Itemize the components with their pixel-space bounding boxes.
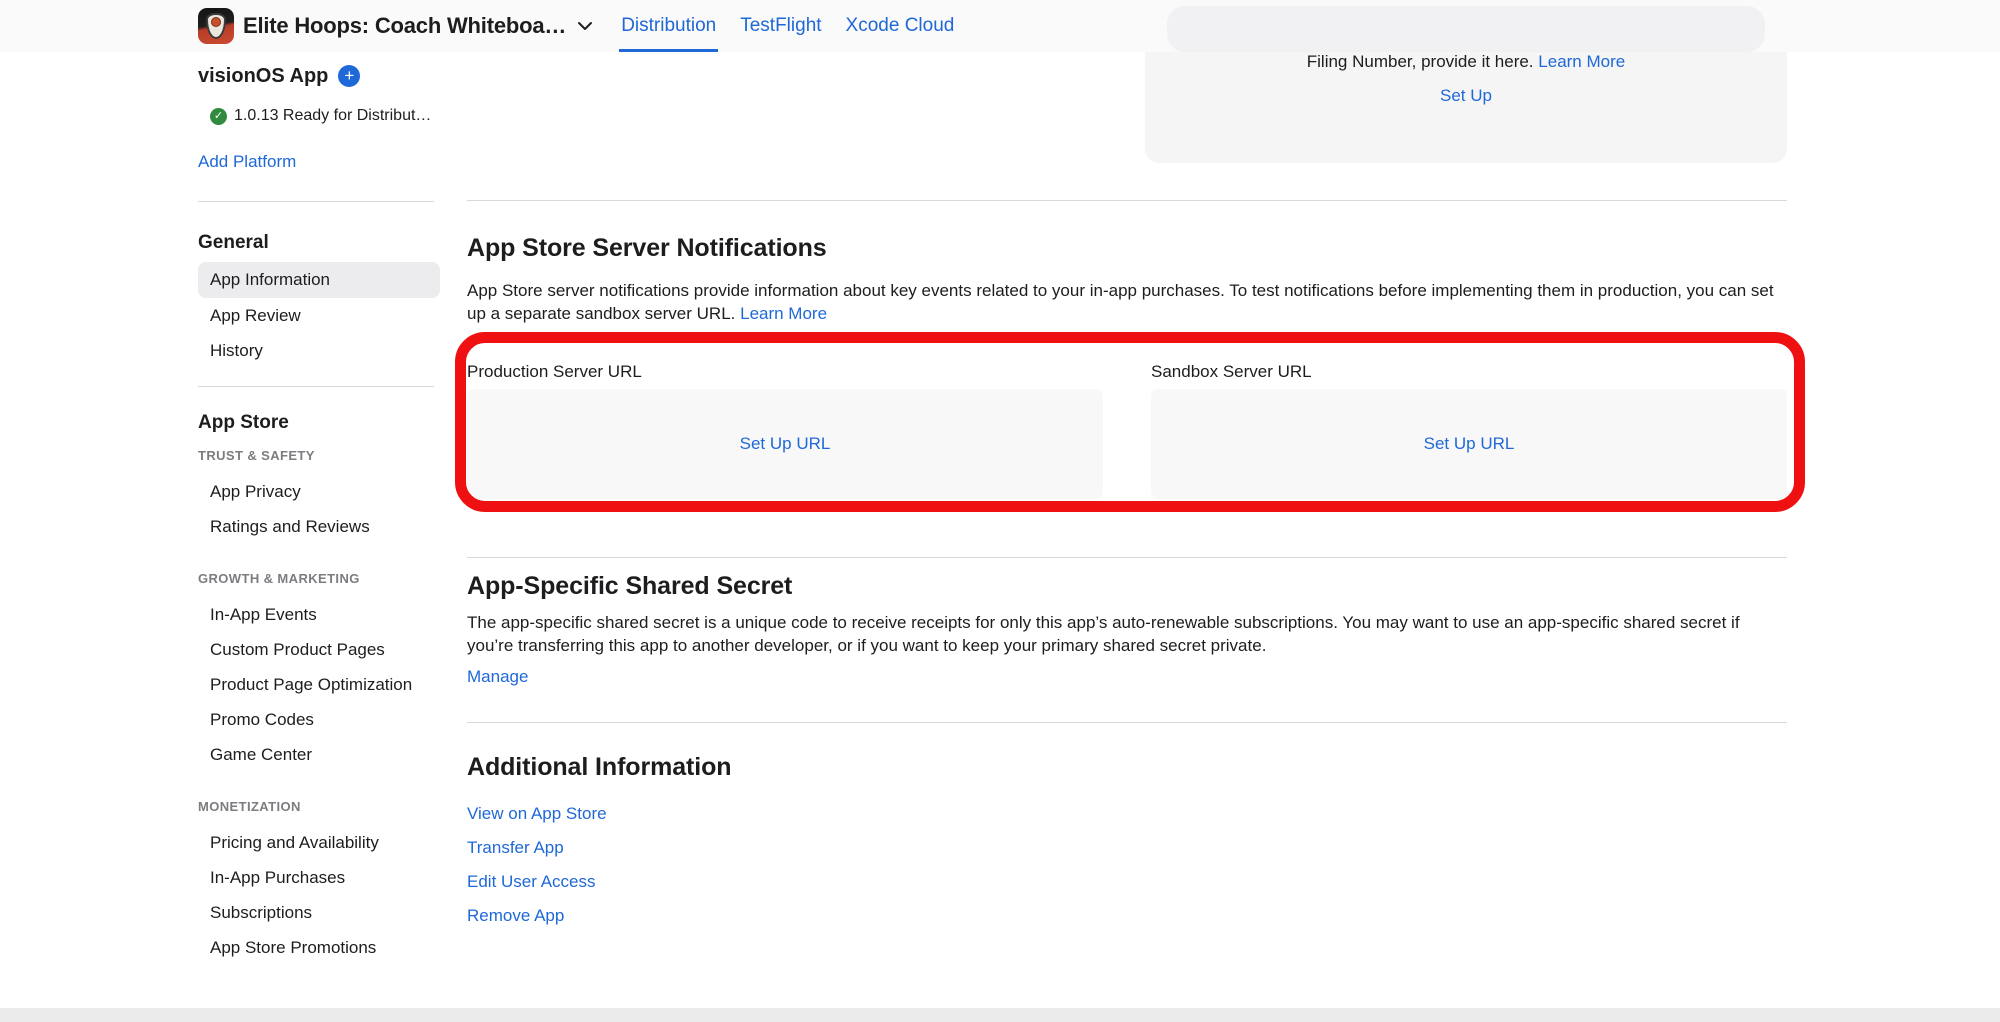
group-label-growth-marketing: GROWTH & MARKETING: [198, 571, 440, 587]
sidebar-item-ratings-and-reviews[interactable]: Ratings and Reviews: [198, 509, 440, 544]
basketball-icon: [211, 17, 221, 27]
monetization-menu: Pricing and Availability In-App Purchase…: [198, 825, 440, 965]
server-notifications-title: App Store Server Notifications: [467, 234, 1787, 263]
sidebar-item-in-app-purchases[interactable]: In-App Purchases: [198, 860, 440, 895]
active-tab-underline: [619, 49, 718, 52]
growth-marketing-menu: In-App Events Custom Product Pages Produ…: [198, 597, 440, 772]
server-url-cards: Production Server URL Set Up URL Sandbox…: [467, 362, 1787, 499]
filing-number-text: Filing Number, provide it here. Learn Mo…: [1307, 52, 1625, 72]
tab-testflight[interactable]: TestFlight: [738, 0, 823, 52]
additional-information-links: View on App Store Transfer App Edit User…: [467, 804, 1787, 926]
sandbox-server-url-label: Sandbox Server URL: [1151, 362, 1787, 382]
app-icon: [198, 8, 234, 44]
additional-information-title: Additional Information: [467, 753, 1787, 782]
tab-testflight-label: TestFlight: [740, 15, 821, 37]
remove-app-link[interactable]: Remove App: [467, 906, 1787, 926]
add-platform-link[interactable]: Add Platform: [198, 152, 440, 172]
view-on-app-store-link[interactable]: View on App Store: [467, 804, 1787, 824]
sidebar-item-product-page-optimization[interactable]: Product Page Optimization: [198, 667, 440, 702]
server-notifications-description-text: App Store server notifications provide i…: [467, 281, 1774, 323]
filing-number-label: Filing Number, provide it here.: [1307, 52, 1534, 71]
sandbox-server-url-box: Set Up URL: [1151, 389, 1787, 499]
trust-safety-menu: App Privacy Ratings and Reviews: [198, 474, 440, 544]
sidebar-item-subscriptions[interactable]: Subscriptions: [198, 895, 440, 930]
section-divider: [467, 557, 1787, 558]
section-divider: [467, 722, 1787, 723]
sidebar-item-in-app-events[interactable]: In-App Events: [198, 597, 440, 632]
shared-secret-title: App-Specific Shared Secret: [467, 572, 1787, 601]
production-server-card: Production Server URL Set Up URL: [467, 362, 1103, 499]
primary-tabs: Distribution TestFlight Xcode Cloud: [619, 0, 956, 52]
sidebar-item-app-review[interactable]: App Review: [198, 298, 440, 333]
shared-secret-description: The app-specific shared secret is a uniq…: [467, 612, 1787, 657]
section-divider: [467, 200, 1787, 201]
version-status-label: 1.0.13 Ready for Distribut…: [234, 107, 431, 125]
filing-card-ghost: [1167, 6, 1765, 52]
sidebar-item-app-store-promotions[interactable]: App Store Promotions: [198, 930, 440, 965]
app-title: Elite Hoops: Coach Whiteboa…: [243, 13, 566, 39]
general-section-title: General: [198, 232, 440, 254]
sidebar-item-history[interactable]: History: [198, 333, 440, 368]
production-server-url-label: Production Server URL: [467, 362, 1103, 382]
tab-xcode-cloud[interactable]: Xcode Cloud: [844, 0, 957, 52]
sidebar-item-pricing-and-availability[interactable]: Pricing and Availability: [198, 825, 440, 860]
sandbox-server-card: Sandbox Server URL Set Up URL: [1151, 362, 1787, 499]
footer-strip: [0, 1008, 2000, 1022]
server-notifications-description: App Store server notifications provide i…: [467, 280, 1787, 325]
platform-title: visionOS App: [198, 65, 328, 88]
app-store-section-title: App Store: [198, 412, 440, 434]
version-row[interactable]: ✓ 1.0.13 Ready for Distribut…: [210, 106, 440, 126]
sidebar-divider: [198, 386, 434, 387]
app-switcher[interactable]: Elite Hoops: Coach Whiteboa…: [198, 8, 593, 44]
filing-number-card: Filing Number, provide it here. Learn Mo…: [1145, 52, 1787, 163]
general-menu: App Information App Review History: [198, 262, 440, 368]
sidebar-item-app-privacy[interactable]: App Privacy: [198, 474, 440, 509]
tab-distribution[interactable]: Distribution: [619, 0, 718, 52]
filing-learn-more-link[interactable]: Learn More: [1538, 52, 1625, 71]
group-label-monetization: MONETIZATION: [198, 799, 440, 815]
sandbox-set-up-url-link[interactable]: Set Up URL: [1424, 434, 1515, 454]
sidebar-divider: [198, 201, 434, 202]
transfer-app-link[interactable]: Transfer App: [467, 838, 1787, 858]
sidebar: visionOS App + ✓ 1.0.13 Ready for Distri…: [198, 64, 440, 965]
sidebar-item-promo-codes[interactable]: Promo Codes: [198, 702, 440, 737]
sidebar-item-app-information[interactable]: App Information: [198, 262, 440, 298]
main-content: App Store Server Notifications App Store…: [467, 200, 1787, 940]
filing-set-up-link[interactable]: Set Up: [1440, 86, 1492, 106]
add-platform-plus-icon[interactable]: +: [338, 65, 360, 87]
tab-xcode-cloud-label: Xcode Cloud: [846, 15, 955, 37]
sidebar-item-custom-product-pages[interactable]: Custom Product Pages: [198, 632, 440, 667]
production-server-url-box: Set Up URL: [467, 389, 1103, 499]
platform-section: visionOS App +: [198, 64, 440, 88]
group-label-trust-safety: TRUST & SAFETY: [198, 448, 440, 464]
manage-shared-secret-link[interactable]: Manage: [467, 667, 528, 687]
edit-user-access-link[interactable]: Edit User Access: [467, 872, 1787, 892]
sidebar-item-game-center[interactable]: Game Center: [198, 737, 440, 772]
server-notifications-learn-more-link[interactable]: Learn More: [740, 304, 827, 323]
ready-status-check-icon: ✓: [210, 108, 227, 125]
chevron-down-icon: [577, 21, 593, 31]
production-set-up-url-link[interactable]: Set Up URL: [740, 434, 831, 454]
tab-distribution-label: Distribution: [621, 15, 716, 37]
